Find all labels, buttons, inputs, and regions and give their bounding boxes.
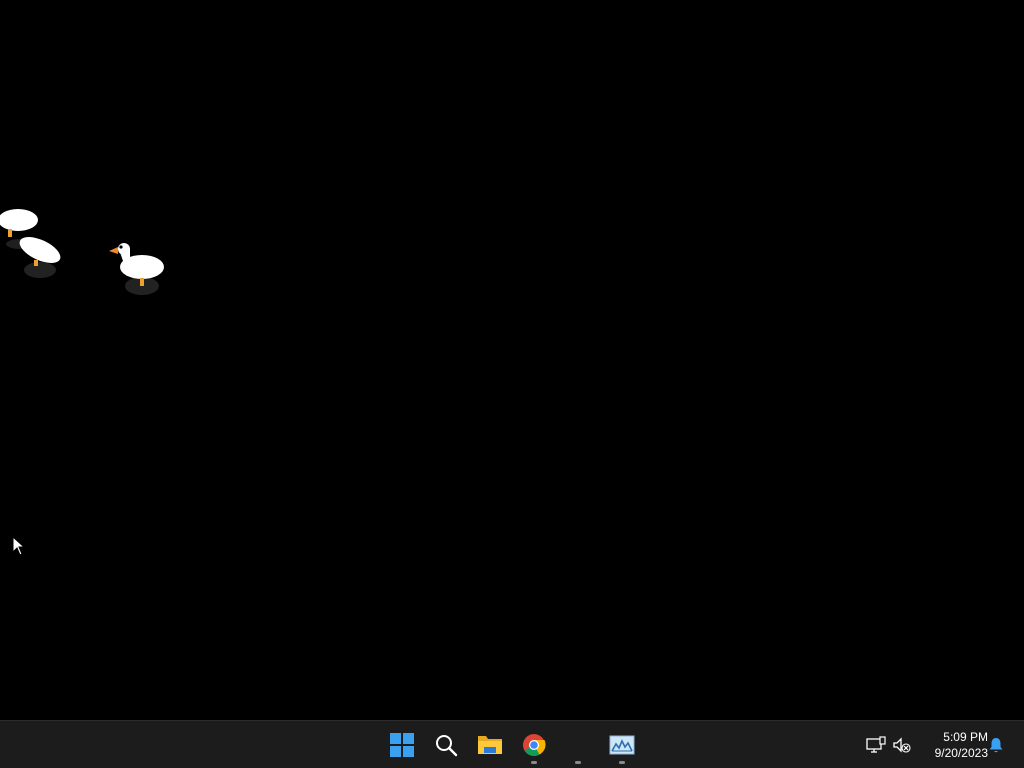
hidden-app-button[interactable] [558, 725, 598, 765]
search-button[interactable] [426, 725, 466, 765]
network-disconnected-icon [866, 736, 886, 753]
start-button[interactable] [382, 725, 422, 765]
running-indicator [619, 761, 625, 764]
network-tray-button[interactable] [866, 735, 886, 755]
windows-logo-icon [390, 733, 414, 757]
chrome-button[interactable] [514, 725, 554, 765]
notification-button[interactable] [986, 735, 1006, 755]
picture-icon [609, 735, 635, 755]
clock-date: 9/20/2023 [934, 746, 988, 760]
goose-3[interactable] [106, 238, 168, 298]
image-app-button[interactable] [602, 725, 642, 765]
volume-muted-icon [893, 737, 911, 753]
clock[interactable]: 5:09 PM 9/20/2023 [918, 729, 988, 761]
mouse-cursor-icon [12, 536, 26, 556]
taskbar: 5:09 PM 9/20/2023 [0, 720, 1024, 768]
clock-time: 5:09 PM [943, 730, 988, 744]
chrome-icon [523, 734, 546, 756]
running-indicator [531, 761, 537, 764]
search-icon [436, 735, 458, 757]
running-indicator [575, 761, 581, 764]
bell-icon [989, 738, 1003, 753]
file-explorer-button[interactable] [470, 725, 510, 765]
folder-icon [478, 736, 502, 754]
desktop[interactable] [0, 0, 1024, 720]
volume-tray-button[interactable] [892, 735, 912, 755]
goose-2[interactable] [14, 228, 64, 280]
